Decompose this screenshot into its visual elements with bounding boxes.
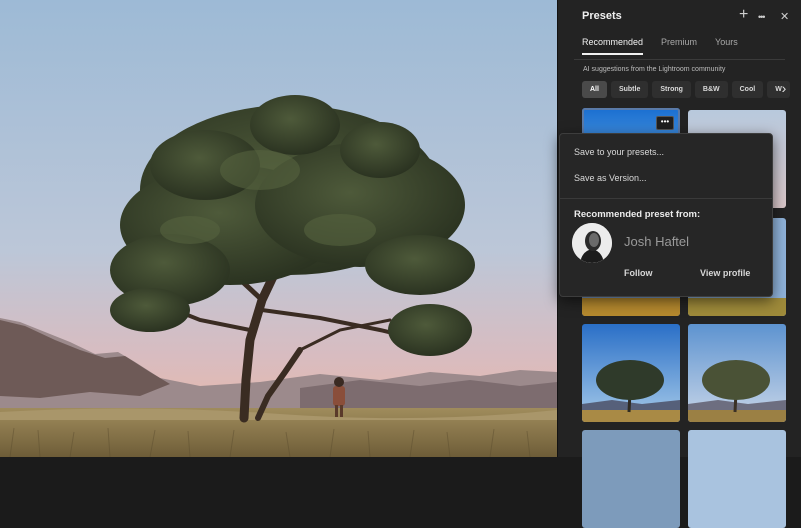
preset-thumbnail[interactable] xyxy=(688,324,786,422)
preset-thumbnail[interactable] xyxy=(582,324,680,422)
more-icon[interactable]: ••• xyxy=(758,9,766,25)
avatar[interactable] xyxy=(572,223,612,263)
filter-chip-strong[interactable]: Strong xyxy=(652,81,691,98)
panel-title: Presets xyxy=(582,10,622,22)
photo-canvas[interactable] xyxy=(0,0,557,457)
tab-divider xyxy=(574,59,785,60)
tree-photo xyxy=(0,0,557,457)
filter-chips: All Subtle Strong B&W Cool W xyxy=(582,81,790,99)
follow-button[interactable]: Follow xyxy=(624,268,653,278)
chevron-right-icon[interactable]: › xyxy=(776,80,792,100)
filter-chip-cool[interactable]: Cool xyxy=(731,81,764,98)
filter-chip-bw[interactable]: B&W xyxy=(694,81,728,98)
preset-context-menu: Save to your presets... Save as Version.… xyxy=(559,133,773,297)
menu-divider xyxy=(560,198,772,199)
close-icon[interactable]: ✕ xyxy=(780,9,789,25)
view-profile-button[interactable]: View profile xyxy=(700,268,750,278)
recommended-from-label: Recommended preset from: xyxy=(574,209,701,220)
filter-chip-subtle[interactable]: Subtle xyxy=(610,81,649,98)
save-as-version-item[interactable]: Save as Version... xyxy=(574,173,647,183)
suggestion-caption: AI suggestions from the Lightroom commun… xyxy=(583,66,726,73)
preset-tabs: Recommended Premium Yours xyxy=(582,37,738,55)
preset-thumbnail[interactable] xyxy=(688,430,786,528)
filter-chip-all[interactable]: All xyxy=(582,81,607,98)
tab-recommended[interactable]: Recommended xyxy=(582,37,644,55)
tab-premium[interactable]: Premium xyxy=(661,37,697,55)
save-to-presets-item[interactable]: Save to your presets... xyxy=(574,147,664,157)
preset-thumbnail[interactable] xyxy=(582,430,680,528)
author-name[interactable]: Josh Haftel xyxy=(624,234,689,249)
thumbnail-more-icon[interactable]: ••• xyxy=(656,116,674,130)
tab-yours[interactable]: Yours xyxy=(715,37,738,55)
plus-icon[interactable]: + xyxy=(739,7,748,23)
